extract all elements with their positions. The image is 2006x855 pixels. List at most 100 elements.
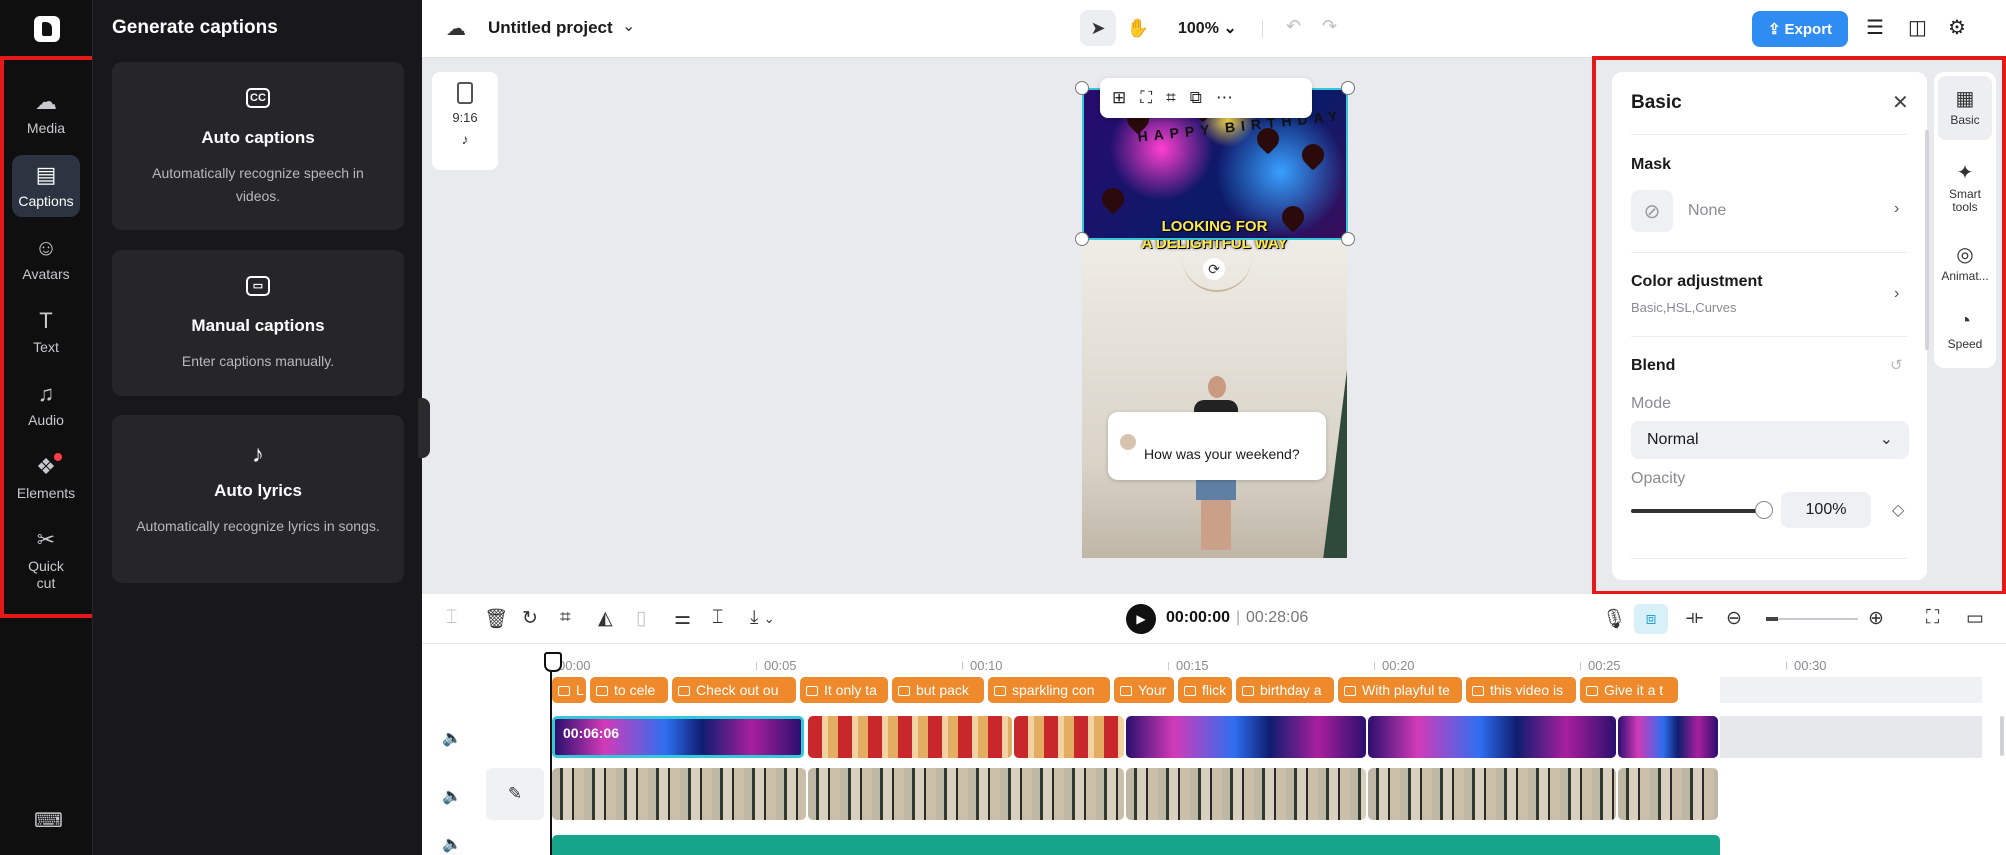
- settings-gear-icon[interactable]: ⚙: [1948, 15, 1966, 40]
- keyframe-icon[interactable]: ◇: [1892, 500, 1904, 520]
- tab-animation[interactable]: ◎ Animat...: [1938, 232, 1992, 296]
- caption-clip[interactable]: flick: [1178, 677, 1232, 703]
- play-button[interactable]: ▶: [1126, 604, 1156, 634]
- opacity-input[interactable]: 100%: [1781, 492, 1871, 528]
- caption-clip[interactable]: birthday a: [1236, 677, 1334, 703]
- overlay-video-clip[interactable]: [808, 716, 1012, 758]
- collapse-panel-handle[interactable]: [418, 398, 430, 458]
- adjust-icon[interactable]: ⚌: [674, 607, 691, 630]
- video-preview[interactable]: HAPPY BIRTHDAY LOOKING FOR A DELIGHTFUL …: [1082, 88, 1347, 558]
- auto-lyrics-card[interactable]: ♪ Auto lyrics Automatically recognize ly…: [112, 415, 404, 583]
- chevron-right-icon[interactable]: ›: [1894, 285, 1899, 303]
- layers-icon[interactable]: ☰: [1866, 15, 1884, 40]
- caption-clip[interactable]: L: [552, 677, 586, 703]
- rail-item-quick-cut[interactable]: ✂ Quick cut: [12, 524, 80, 596]
- tab-speed[interactable]: ◔ Speed: [1938, 300, 1992, 364]
- zoom-out-icon[interactable]: ⊖: [1726, 607, 1742, 630]
- rail-item-text[interactable]: T Text: [12, 301, 80, 363]
- overlay-video-clip[interactable]: [1014, 716, 1124, 758]
- tab-smart-tools[interactable]: ✦ Smart tools: [1938, 150, 1992, 226]
- color-adjustment-title[interactable]: Color adjustment: [1631, 273, 1763, 291]
- project-name[interactable]: Untitled project: [488, 18, 613, 38]
- add-media-icon[interactable]: ⊞: [1112, 88, 1126, 108]
- overlay-video-clip[interactable]: [1368, 716, 1616, 758]
- comment-icon[interactable]: ▭: [1966, 607, 1984, 630]
- main-video-clip[interactable]: [808, 768, 1124, 820]
- cut-icon[interactable]: ⌶: [712, 607, 723, 629]
- caption-clip[interactable]: Give it a t: [1580, 677, 1678, 703]
- hand-tool-button[interactable]: ✋: [1120, 10, 1156, 46]
- redo-icon[interactable]: ↷: [1322, 16, 1337, 37]
- zoom-in-icon[interactable]: ⊕: [1868, 607, 1884, 630]
- caption-clip[interactable]: Check out ou: [672, 677, 796, 703]
- download-icon[interactable]: ⤓ ⌄: [750, 607, 775, 629]
- caption-clip[interactable]: sparkling con: [988, 677, 1110, 703]
- manual-captions-card[interactable]: ▭ Manual captions Enter captions manuall…: [112, 250, 404, 396]
- audio-clip[interactable]: [552, 835, 1720, 855]
- mirror-icon[interactable]: ◭: [598, 607, 613, 630]
- zoom-level[interactable]: 100% ⌄: [1178, 18, 1237, 38]
- crop-icon[interactable]: ⌗: [560, 607, 571, 629]
- chevron-right-icon[interactable]: ›: [1894, 200, 1899, 218]
- properties-scrollbar[interactable]: [1925, 130, 1929, 350]
- layout-icon[interactable]: ◫: [1908, 15, 1927, 40]
- main-video-clip[interactable]: [1368, 768, 1616, 820]
- mask-value[interactable]: None: [1688, 202, 1726, 220]
- link-icon[interactable]: ⟛: [1686, 607, 1703, 629]
- rail-item-elements[interactable]: ❖ Elements: [12, 447, 80, 509]
- tab-basic[interactable]: ▦ Basic: [1938, 76, 1992, 140]
- export-button[interactable]: ⇪ Export: [1752, 11, 1848, 47]
- overlay-video-clip-selected[interactable]: 00:06:06: [552, 716, 804, 758]
- reset-icon[interactable]: ↺: [1890, 356, 1903, 374]
- cloud-sync-icon[interactable]: ☁: [446, 16, 466, 41]
- main-video-clip[interactable]: [1618, 768, 1718, 820]
- opacity-slider-handle[interactable]: [1755, 501, 1773, 519]
- overlay-video-clip[interactable]: [1126, 716, 1366, 758]
- none-icon[interactable]: ⊘: [1631, 190, 1673, 232]
- fullscreen-icon[interactable]: ⛶: [1926, 607, 1939, 629]
- speaker-icon[interactable]: 🔈: [442, 786, 462, 806]
- speaker-icon[interactable]: 🔈: [442, 728, 462, 748]
- app-logo[interactable]: [34, 16, 60, 42]
- select-tool-button[interactable]: ➤: [1080, 10, 1116, 46]
- fit-icon[interactable]: ⛶: [1140, 88, 1152, 108]
- resize-handle-bottom-left[interactable]: [1075, 232, 1089, 246]
- freeze-icon[interactable]: ▯: [636, 607, 646, 630]
- edit-cover-button[interactable]: ✎: [486, 768, 544, 820]
- auto-captions-card[interactable]: CC Auto captions Automatically recognize…: [112, 62, 404, 230]
- timeline-zoom-slider[interactable]: [1766, 617, 1858, 621]
- chat-bubble-sticker[interactable]: How was your weekend?: [1108, 412, 1326, 480]
- caption-clip[interactable]: It only ta: [800, 677, 888, 703]
- aspect-ratio-selector[interactable]: 9:16 ♪: [432, 72, 498, 170]
- keyboard-shortcuts-icon[interactable]: ⌨: [34, 808, 63, 833]
- caption-clip[interactable]: this video is: [1466, 677, 1576, 703]
- microphone-icon[interactable]: 🎙: [1602, 607, 1626, 631]
- resize-handle-top-right[interactable]: [1341, 81, 1355, 95]
- main-video-clip[interactable]: [552, 768, 806, 820]
- crop-icon[interactable]: ⌗: [1166, 88, 1176, 108]
- caption-clip[interactable]: but pack: [892, 677, 984, 703]
- chevron-down-icon[interactable]: ⌄: [622, 16, 635, 36]
- resize-handle-bottom-right[interactable]: [1341, 232, 1355, 246]
- rotate-handle[interactable]: ⟳: [1203, 258, 1225, 280]
- caption-clip[interactable]: With playful te: [1338, 677, 1462, 703]
- close-icon[interactable]: ✕: [1892, 90, 1909, 115]
- rail-item-avatars[interactable]: ☺ Avatars: [12, 228, 80, 290]
- overlay-video-clip[interactable]: [1618, 716, 1718, 758]
- rail-item-captions[interactable]: ▤ Captions: [12, 155, 80, 217]
- blend-mode-select[interactable]: Normal ⌄: [1631, 421, 1909, 459]
- loop-icon[interactable]: ↻: [522, 607, 538, 630]
- split-icon[interactable]: ⌶: [446, 607, 457, 629]
- caption-clip[interactable]: to cele: [590, 677, 668, 703]
- undo-icon[interactable]: ↶: [1286, 16, 1301, 37]
- replace-icon[interactable]: ⧉: [1190, 88, 1202, 108]
- delete-icon[interactable]: 🗑: [484, 607, 508, 631]
- main-video-clip[interactable]: [1126, 768, 1366, 820]
- snap-icon[interactable]: ⧈: [1634, 604, 1668, 634]
- caption-clip[interactable]: Your: [1114, 677, 1174, 703]
- rail-item-audio[interactable]: ♫ Audio: [12, 374, 80, 436]
- more-icon[interactable]: ⋯: [1216, 88, 1233, 108]
- playhead[interactable]: [544, 652, 562, 855]
- resize-handle-top-left[interactable]: [1075, 81, 1089, 95]
- opacity-slider-track[interactable]: [1631, 509, 1769, 513]
